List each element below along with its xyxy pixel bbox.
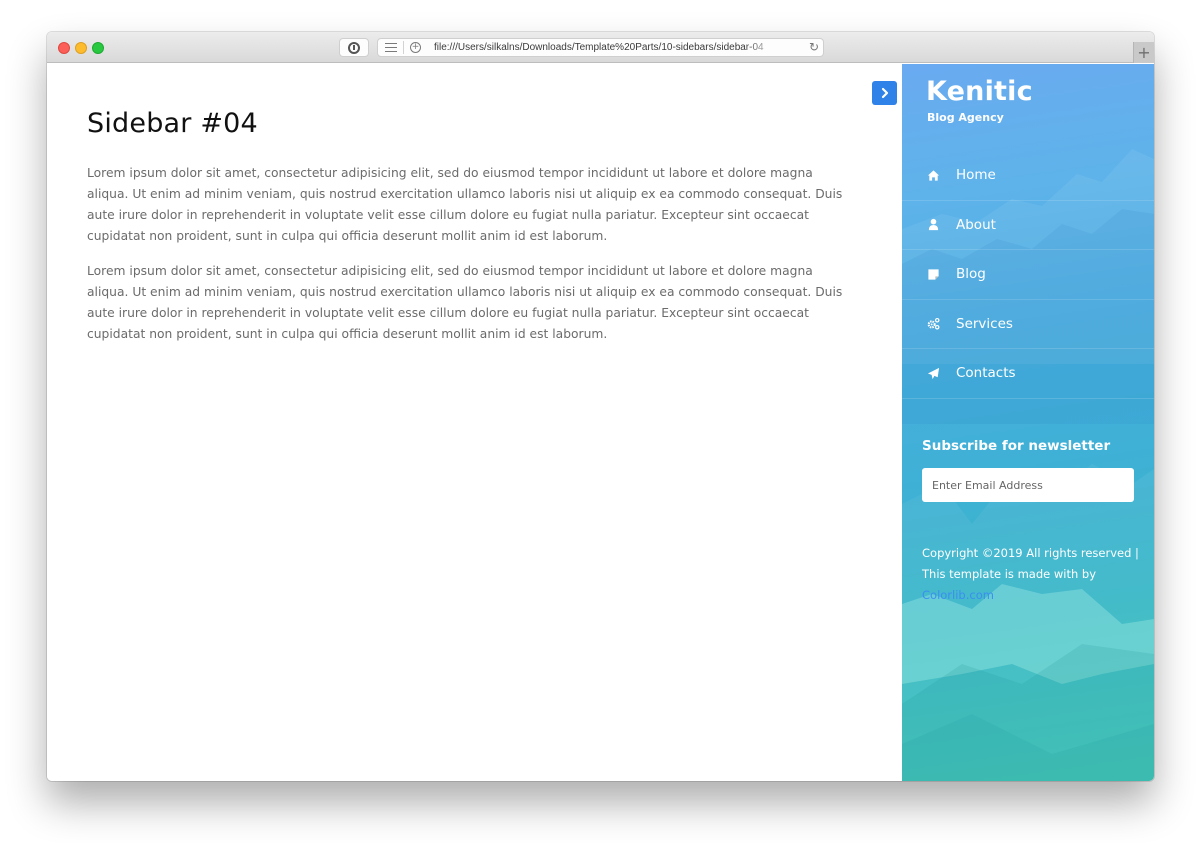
sidebar-nav: Home About Blog Services Contacts bbox=[902, 151, 1154, 399]
user-icon bbox=[926, 218, 940, 232]
reader-view-icon[interactable] bbox=[385, 43, 397, 52]
sidebar-item-label: Blog bbox=[956, 266, 986, 283]
sidebar-item-blog[interactable]: Blog bbox=[902, 250, 1154, 300]
home-icon bbox=[926, 168, 940, 182]
page-content: Sidebar #04 Lorem ipsum dolor sit amet, … bbox=[47, 64, 1154, 781]
sidebar-item-label: About bbox=[956, 216, 996, 233]
browser-window: + file:///Users/silkalns/Downloads/Templ… bbox=[47, 32, 1154, 781]
new-tab-button[interactable]: + bbox=[1133, 42, 1154, 63]
sidebar-item-label: Services bbox=[956, 315, 1013, 332]
sidebar-item-home[interactable]: Home bbox=[902, 151, 1154, 201]
sidebar-item-label: Home bbox=[956, 167, 996, 184]
copyright-label: Copyright ©2019 All rights reserved | Th… bbox=[922, 546, 1139, 581]
cogs-icon bbox=[926, 317, 940, 331]
address-divider bbox=[403, 41, 404, 54]
address-bar[interactable]: + file:///Users/silkalns/Downloads/Templ… bbox=[377, 38, 824, 57]
chevron-right-icon bbox=[881, 87, 888, 99]
add-bookmark-icon[interactable]: + bbox=[410, 42, 421, 53]
close-window-button[interactable] bbox=[58, 42, 70, 54]
minimize-window-button[interactable] bbox=[75, 42, 87, 54]
paragraph: Lorem ipsum dolor sit amet, consectetur … bbox=[87, 264, 843, 341]
copyright-text: Copyright ©2019 All rights reserved | Th… bbox=[922, 543, 1147, 606]
sidebar-item-about[interactable]: About bbox=[902, 201, 1154, 250]
page-title: Sidebar #04 bbox=[87, 108, 258, 139]
privacy-report-button[interactable] bbox=[339, 38, 369, 57]
zoom-window-button[interactable] bbox=[92, 42, 104, 54]
newsletter-title: Subscribe for newsletter bbox=[922, 438, 1111, 454]
brand-tagline: Blog Agency bbox=[927, 111, 1004, 124]
brand-logo[interactable]: Kenitic bbox=[926, 76, 1033, 107]
browser-titlebar: + file:///Users/silkalns/Downloads/Templ… bbox=[47, 32, 1154, 63]
sidebar-item-label: Contacts bbox=[956, 365, 1016, 382]
reload-icon[interactable]: ↻ bbox=[809, 40, 819, 54]
privacy-icon bbox=[348, 41, 360, 54]
sidebar-toggle-button[interactable] bbox=[872, 81, 897, 105]
sticky-note-icon bbox=[926, 267, 940, 281]
url-text[interactable]: file:///Users/silkalns/Downloads/Templat… bbox=[434, 42, 779, 53]
colorlib-link[interactable]: Colorlib.com bbox=[922, 588, 994, 602]
newsletter-email-input[interactable] bbox=[922, 468, 1134, 502]
paper-plane-icon bbox=[926, 366, 940, 380]
sidebar: Kenitic Blog Agency Home About Blog Serv… bbox=[902, 64, 1154, 781]
paragraph: Lorem ipsum dolor sit amet, consectetur … bbox=[87, 166, 843, 243]
sidebar-item-contacts[interactable]: Contacts bbox=[902, 349, 1154, 399]
sidebar-item-services[interactable]: Services bbox=[902, 300, 1154, 349]
